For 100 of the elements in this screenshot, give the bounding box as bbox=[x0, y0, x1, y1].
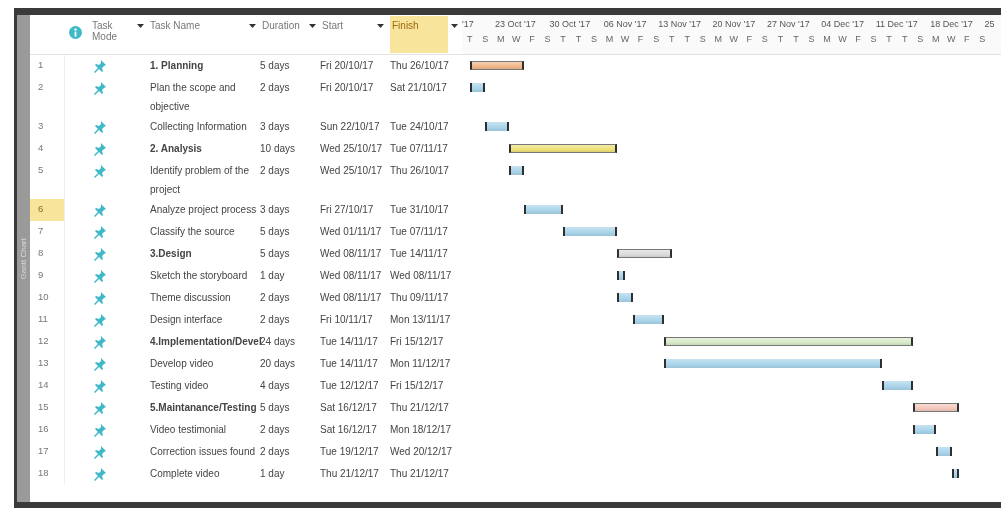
day-label: M bbox=[822, 34, 832, 44]
task-name: Theme discussion bbox=[150, 291, 231, 305]
dropdown-arrow-icon bbox=[309, 24, 316, 28]
row-number[interactable]: 6 bbox=[30, 199, 65, 221]
row-number[interactable]: 17 bbox=[30, 441, 65, 463]
day-label: W bbox=[837, 34, 848, 44]
day-label: F bbox=[528, 34, 536, 44]
day-label: M bbox=[496, 34, 506, 44]
day-label: S bbox=[543, 34, 552, 44]
column-header[interactable]: Task Mode bbox=[90, 19, 134, 43]
row-number[interactable]: 1 bbox=[30, 55, 65, 77]
task-name: Classify the source bbox=[150, 225, 235, 239]
finish-date: Fri 15/12/17 bbox=[390, 380, 444, 391]
day-label: S bbox=[869, 34, 878, 44]
task-name: Complete video bbox=[150, 467, 220, 481]
finish-date: Thu 26/10/17 bbox=[390, 165, 449, 176]
task-name: 2. Analysis bbox=[150, 142, 202, 156]
task-name: Correction issues found bbox=[150, 445, 256, 459]
pushpin-icon bbox=[94, 165, 106, 178]
row-number[interactable]: 11 bbox=[30, 309, 65, 331]
pushpin-icon bbox=[94, 336, 106, 349]
task-duration: 2 days bbox=[260, 292, 290, 303]
task-name: Testing video bbox=[150, 379, 209, 393]
pushpin-icon bbox=[94, 358, 106, 371]
column-header[interactable]: Task Name bbox=[148, 19, 246, 32]
pushpin-icon bbox=[94, 402, 106, 415]
week-label: 23 Oct '17 bbox=[494, 18, 537, 29]
day-label: T bbox=[667, 34, 676, 44]
day-label: F bbox=[636, 34, 645, 44]
pushpin-icon bbox=[94, 380, 106, 393]
start-date: Tue 14/11/17 bbox=[320, 358, 378, 369]
column-header[interactable]: Start bbox=[320, 19, 374, 32]
finish-date: Wed 20/12/17 bbox=[390, 446, 453, 457]
day-label: M bbox=[713, 34, 723, 44]
row-number[interactable]: 16 bbox=[30, 419, 65, 441]
start-date: Sat 16/12/17 bbox=[320, 424, 377, 435]
start-date: Wed 25/10/17 bbox=[320, 143, 383, 154]
column-header[interactable]: Duration bbox=[260, 19, 306, 32]
row-number[interactable]: 2 bbox=[30, 77, 65, 116]
task-duration: 2 days bbox=[260, 165, 290, 176]
day-label: T bbox=[776, 34, 785, 44]
column-header[interactable]: Finish bbox=[390, 16, 448, 53]
finish-date: Thu 21/12/17 bbox=[390, 402, 449, 413]
row-number[interactable]: 10 bbox=[30, 287, 65, 309]
day-label: M bbox=[930, 34, 941, 44]
row-number[interactable]: 7 bbox=[30, 221, 65, 243]
start-date: Wed 08/11/17 bbox=[320, 292, 382, 303]
pushpin-icon bbox=[94, 143, 106, 156]
task-duration: 2 days bbox=[260, 424, 290, 435]
day-label: S bbox=[652, 34, 661, 44]
day-label: T bbox=[574, 34, 583, 44]
pushpin-icon bbox=[94, 82, 106, 95]
row-number[interactable]: 4 bbox=[30, 138, 65, 160]
dropdown-arrow-icon bbox=[249, 24, 256, 28]
task-name: Collecting Information bbox=[150, 120, 247, 134]
week-label: 18 Dec '17 bbox=[929, 18, 974, 29]
task-name: Develop video bbox=[150, 357, 214, 371]
task-duration: 24 days bbox=[260, 336, 296, 347]
task-duration: 5 days bbox=[260, 248, 290, 259]
row-number[interactable]: 12 bbox=[30, 331, 65, 353]
start-date: Sun 22/10/17 bbox=[320, 121, 380, 132]
task-duration: 20 days bbox=[260, 358, 296, 369]
task-name: Identify problem of the project bbox=[150, 164, 250, 197]
row-number[interactable]: 9 bbox=[30, 265, 65, 287]
task-duration: 2 days bbox=[260, 314, 290, 325]
day-label: F bbox=[854, 34, 862, 44]
task-duration: 3 days bbox=[260, 204, 290, 215]
pushpin-icon bbox=[94, 248, 106, 261]
week-label: 11 Dec '17 bbox=[874, 18, 919, 29]
finish-date: Tue 07/11/17 bbox=[390, 143, 448, 154]
day-label: W bbox=[946, 34, 957, 44]
week-label: 04 Dec '17 bbox=[820, 18, 866, 29]
row-number[interactable]: 18 bbox=[30, 463, 65, 485]
row-number[interactable]: 15 bbox=[30, 397, 65, 419]
start-date: Wed 25/10/17 bbox=[320, 165, 383, 176]
day-label: S bbox=[698, 34, 707, 44]
task-duration: 5 days bbox=[260, 60, 290, 71]
task-duration: 1 day bbox=[260, 270, 285, 281]
row-number[interactable]: 3 bbox=[30, 116, 65, 138]
day-label: T bbox=[792, 34, 800, 44]
row-number[interactable]: 14 bbox=[30, 375, 65, 397]
start-date: Tue 19/12/17 bbox=[320, 446, 379, 457]
task-duration: 4 days bbox=[260, 380, 290, 391]
finish-date: Mon 18/12/17 bbox=[390, 424, 452, 435]
task-name: 5.Maintanance/Testing bbox=[150, 401, 257, 415]
finish-date: Mon 11/12/17 bbox=[390, 358, 451, 369]
finish-date: Fri 15/12/17 bbox=[390, 336, 444, 347]
pushpin-icon bbox=[94, 292, 106, 305]
row-number[interactable]: 13 bbox=[30, 353, 65, 375]
day-label: T bbox=[683, 34, 691, 44]
start-date: Fri 10/11/17 bbox=[320, 314, 373, 325]
row-number[interactable]: 8 bbox=[30, 243, 65, 265]
start-date: Wed 08/11/17 bbox=[320, 270, 382, 281]
task-name: 3.Design bbox=[150, 247, 192, 261]
day-label: F bbox=[745, 34, 754, 44]
task-duration: 2 days bbox=[260, 82, 290, 93]
finish-date: Sat 21/10/17 bbox=[390, 82, 447, 93]
day-label: F bbox=[963, 34, 971, 44]
pushpin-icon bbox=[94, 468, 106, 481]
start-date: Wed 01/11/17 bbox=[320, 226, 382, 237]
